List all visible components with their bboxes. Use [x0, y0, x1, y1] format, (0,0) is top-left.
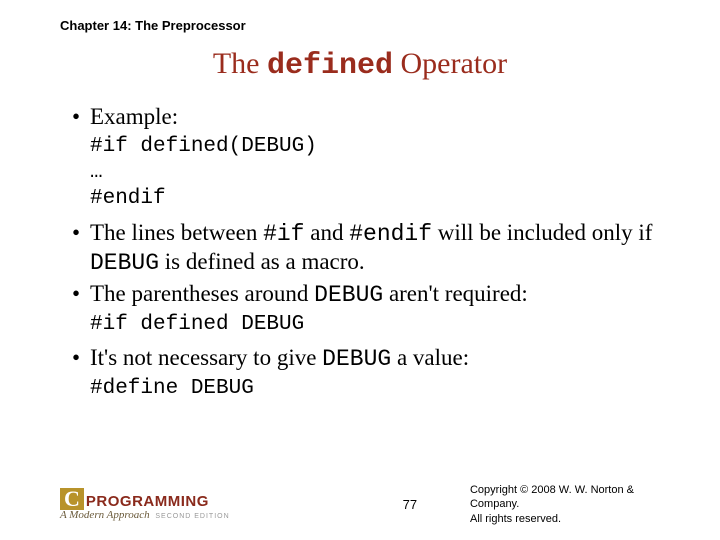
bullet-list-3: It's not necessary to give DEBUG a value…: [60, 344, 660, 374]
code-block-3: #define DEBUG: [90, 376, 660, 402]
copyright-line-2: All rights reserved.: [470, 512, 680, 526]
logo-subtitle-row: A Modern Approach SECOND EDITION: [60, 510, 230, 521]
page-number: 77: [403, 497, 417, 512]
code-if: #if: [263, 221, 304, 247]
t: The lines between: [90, 220, 263, 245]
logo-edition: SECOND EDITION: [155, 513, 229, 520]
bullet-parentheses: The parentheses around DEBUG aren't requ…: [72, 280, 660, 310]
bullet-lines-between: The lines between #if and #endif will be…: [72, 219, 660, 279]
code-block-2: #if defined DEBUG: [90, 312, 660, 338]
logo-subtitle: A Modern Approach: [60, 509, 150, 521]
title-prefix: The: [213, 47, 267, 80]
copyright: Copyright © 2008 W. W. Norton & Company.…: [470, 483, 680, 526]
bullet-no-value: It's not necessary to give DEBUG a value…: [72, 344, 660, 374]
slide-title: The defined Operator: [60, 47, 660, 83]
code-block-1: #if defined(DEBUG) … #endif: [90, 134, 660, 213]
code-debug: DEBUG: [314, 282, 383, 308]
chapter-label: Chapter 14: The Preprocessor: [60, 18, 660, 33]
logo-programming: PROGRAMMING: [86, 494, 209, 509]
title-code: defined: [267, 49, 393, 83]
bullet-list-2: The lines between #if and #endif will be…: [60, 219, 660, 310]
copyright-line-1: Copyright © 2008 W. W. Norton & Company.: [470, 483, 680, 512]
t: and: [305, 220, 350, 245]
footer: C PROGRAMMING A Modern Approach SECOND E…: [60, 483, 680, 526]
title-suffix: Operator: [393, 47, 507, 80]
t: will be included only if: [432, 220, 652, 245]
book-logo: C PROGRAMMING A Modern Approach SECOND E…: [60, 488, 230, 521]
slide: Chapter 14: The Preprocessor The defined…: [0, 0, 720, 540]
t: is defined as a macro.: [159, 249, 365, 274]
t: aren't required:: [383, 281, 528, 306]
code-endif: #endif: [349, 221, 432, 247]
code-debug: DEBUG: [90, 250, 159, 276]
t: It's not necessary to give: [90, 345, 322, 370]
bullet-list: Example:: [60, 103, 660, 132]
t: The parentheses around: [90, 281, 314, 306]
code-debug: DEBUG: [322, 346, 391, 372]
logo-c-icon: C: [60, 488, 84, 510]
t: a value:: [391, 345, 469, 370]
logo-top: C PROGRAMMING: [60, 488, 230, 510]
bullet-example: Example:: [72, 103, 660, 132]
